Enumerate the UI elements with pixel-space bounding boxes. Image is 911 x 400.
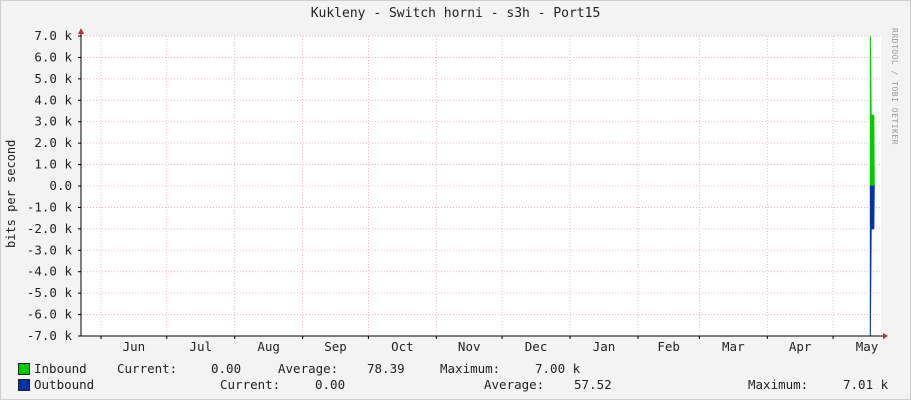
inbound-name: Inbound <box>34 361 87 376</box>
y-axis-arrow <box>78 28 84 34</box>
x-tick-label: Nov <box>458 339 481 354</box>
x-tick-labels: Jun Jul Aug Sep Oct Nov Dec Jan Feb Mar Apr May <box>123 339 879 354</box>
chart-svg: 7.0 k 6.0 k 5.0 k 4.0 k 3.0 k 2.0 k 1.0 k 0.0 -1… <box>27 28 888 354</box>
outbound-name: Outbound <box>34 377 95 392</box>
y-tick-label: 5.0 k <box>34 71 72 86</box>
y-tick-labels: 7.0 k 6.0 k 5.0 k 4.0 k 3.0 k 2.0 k 1.0 k 0.0 -1… <box>27 28 73 343</box>
x-tick-label: Oct <box>391 339 414 354</box>
inbound-current-label: Current: <box>117 361 178 376</box>
x-tick-label: Jan <box>593 339 616 354</box>
y-tick-label: 2.0 k <box>34 135 72 150</box>
x-tick-label: Jun <box>123 339 146 354</box>
inbound-maximum-value: 7.00 k <box>535 361 581 376</box>
inbound-swatch <box>18 363 30 375</box>
x-tick-label: Sep <box>324 339 347 354</box>
y-tick-label: -3.0 k <box>27 242 73 257</box>
y-tick-label: 0.0 <box>49 178 72 193</box>
y-tick-label: -2.0 k <box>27 221 73 236</box>
x-axis-arrow <box>883 333 888 339</box>
outbound-current-value: 0.00 <box>315 377 346 392</box>
outbound-maximum-value: 7.01 k <box>843 377 889 392</box>
inbound-average-value: 78.39 <box>367 361 405 376</box>
legend-outbound: Outbound Current: 0.00 Average: 57.52 Ma… <box>18 377 898 392</box>
legend-inbound: Inbound Current: 0.00 Average: 78.39 Max… <box>18 361 898 376</box>
inbound-current-value: 0.00 <box>211 361 242 376</box>
x-tick-label: Dec <box>525 339 548 354</box>
x-tick-label: May <box>856 339 879 354</box>
inbound-average-label: Average: <box>278 361 339 376</box>
y-tick-label: -4.0 k <box>27 264 73 279</box>
y-tick-label: -5.0 k <box>27 285 73 300</box>
inbound-maximum-label: Maximum: <box>440 361 501 376</box>
x-tick-label: Aug <box>257 339 280 354</box>
y-tick-label: 3.0 k <box>34 114 72 129</box>
x-tick-label: Mar <box>722 339 745 354</box>
x-tick-label: Feb <box>657 339 680 354</box>
y-tick-label: -6.0 k <box>27 307 73 322</box>
y-tick-label: -7.0 k <box>27 328 73 343</box>
outbound-average-label: Average: <box>484 377 545 392</box>
outbound-average-value: 57.52 <box>574 377 612 392</box>
y-tick-label: -1.0 k <box>27 199 73 214</box>
outbound-current-label: Current: <box>220 377 281 392</box>
y-tick-label: 4.0 k <box>34 92 72 107</box>
x-tick-label: Jul <box>189 339 212 354</box>
y-tick-label: 6.0 k <box>34 49 72 64</box>
y-tick-label: 7.0 k <box>34 28 72 43</box>
outbound-maximum-label: Maximum: <box>748 377 809 392</box>
outbound-swatch <box>18 379 30 391</box>
y-tick-label: 1.0 k <box>34 157 72 172</box>
x-tick-label: Apr <box>789 339 812 354</box>
